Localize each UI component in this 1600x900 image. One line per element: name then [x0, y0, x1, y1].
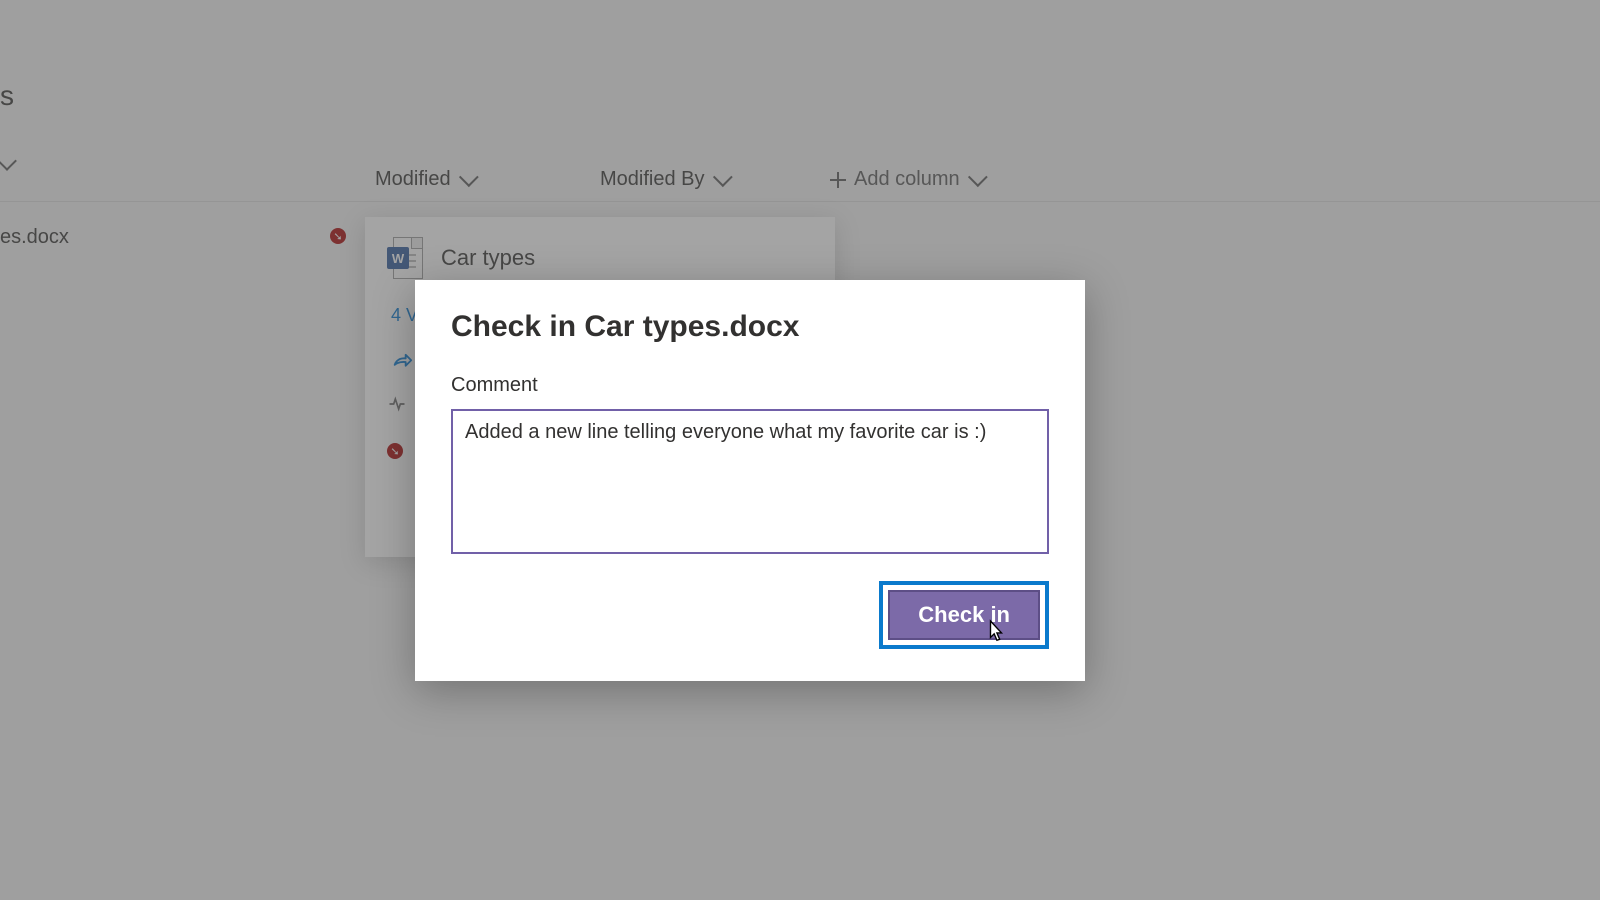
dialog-title: Check in Car types.docx	[451, 310, 1049, 344]
check-in-button[interactable]: Check in	[888, 590, 1040, 640]
check-in-button-highlight: Check in	[879, 581, 1049, 649]
check-in-dialog: Check in Car types.docx Comment Check in	[415, 280, 1085, 681]
sharepoint-list-page: s Modified Modified By Add column es.doc…	[0, 0, 1600, 900]
comment-textarea[interactable]	[451, 409, 1049, 554]
comment-field-label: Comment	[451, 374, 1049, 397]
